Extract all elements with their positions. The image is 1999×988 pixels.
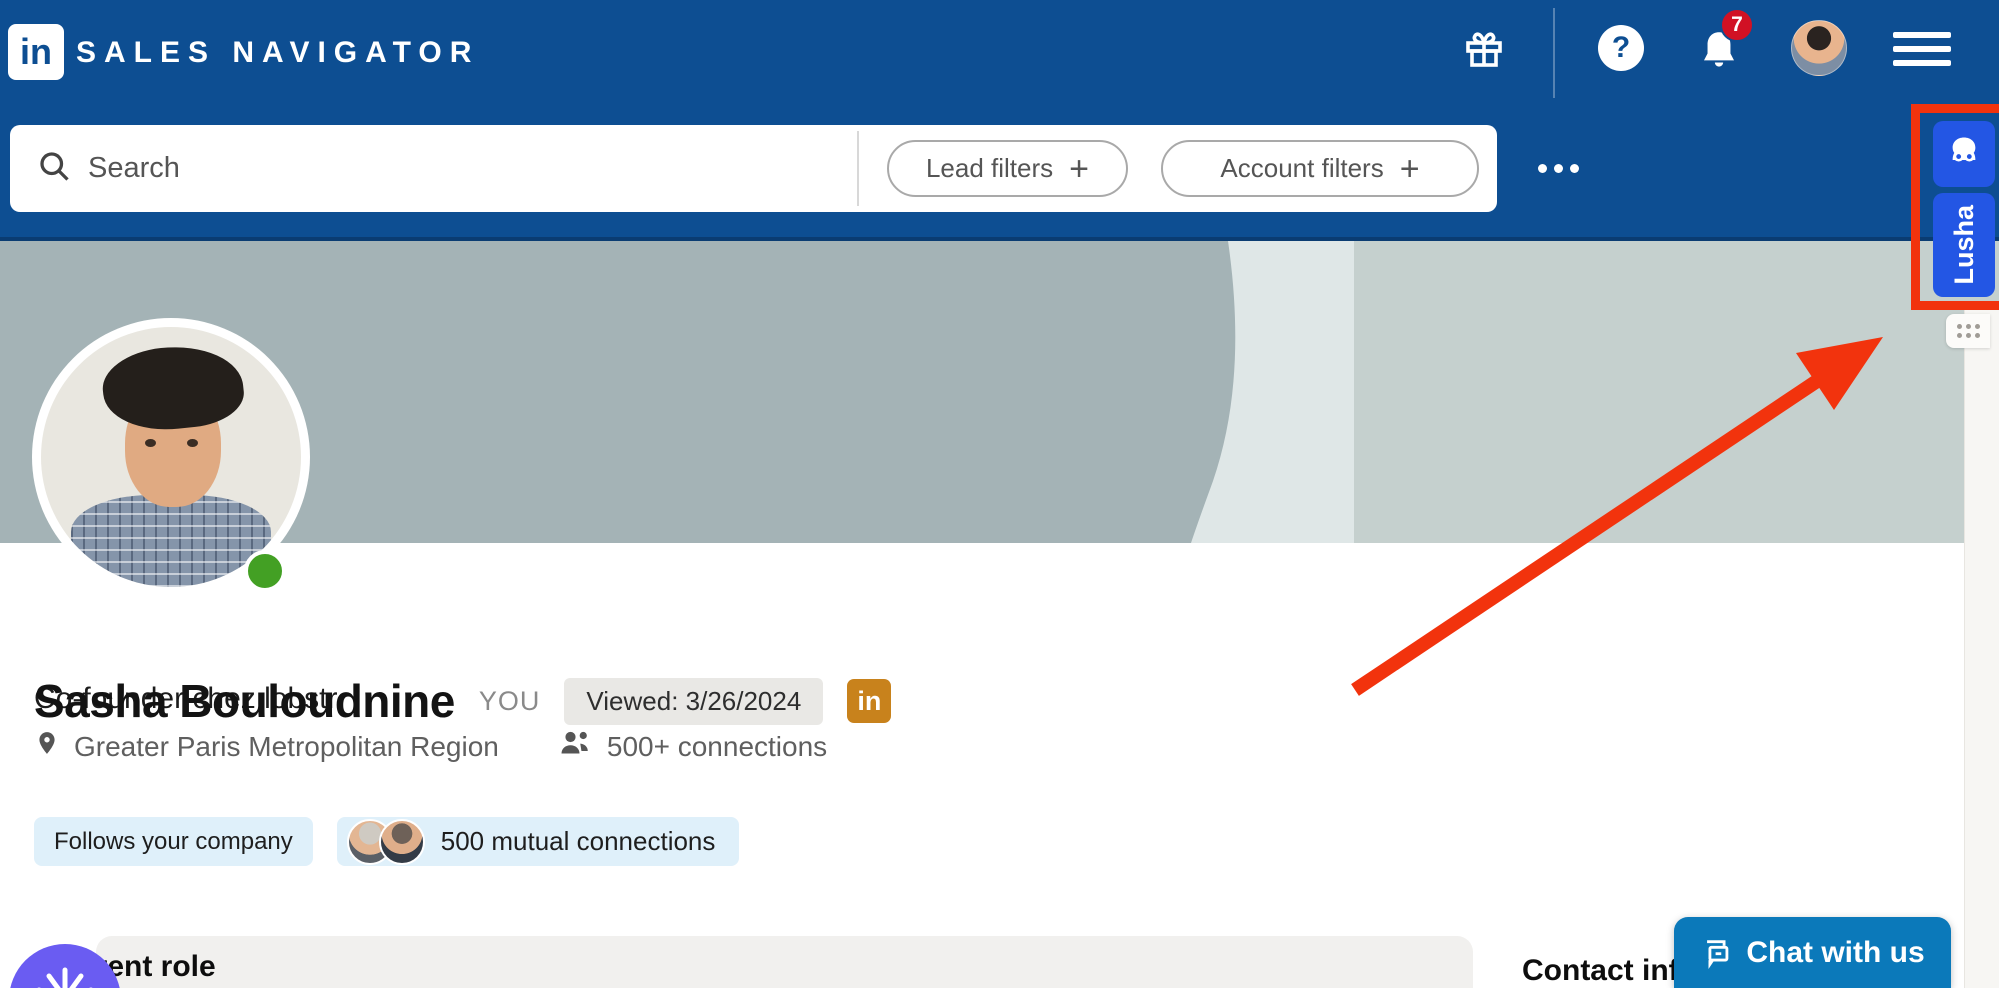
linkedin-logo[interactable]: in bbox=[8, 24, 64, 80]
lead-filters-button[interactable]: Lead filters + bbox=[887, 140, 1128, 197]
top-nav: in SALES NAVIGATOR ? 7 bbox=[0, 0, 1999, 241]
menu-icon[interactable] bbox=[1893, 32, 1951, 68]
lead-filters-label: Lead filters bbox=[926, 153, 1053, 184]
plus-icon: + bbox=[1069, 152, 1089, 186]
follows-company-label: Follows your company bbox=[54, 828, 293, 856]
drag-dots-icon bbox=[1957, 324, 1980, 338]
connections-count: 500+ connections bbox=[607, 731, 827, 763]
account-filters-label: Account filters bbox=[1220, 153, 1383, 184]
current-role-card bbox=[96, 936, 1473, 988]
nav-user-avatar[interactable] bbox=[1791, 20, 1847, 76]
sales-navigator-page: in SALES NAVIGATOR ? 7 bbox=[0, 0, 1999, 988]
nav-divider bbox=[1553, 8, 1555, 98]
search-icon bbox=[36, 148, 72, 189]
contact-info-title: Contact info bbox=[1522, 954, 1697, 988]
chat-icon bbox=[1700, 936, 1734, 970]
brand-title: SALES NAVIGATOR bbox=[76, 36, 479, 70]
plus-icon: + bbox=[1400, 152, 1420, 186]
help-icon[interactable]: ? bbox=[1598, 25, 1644, 71]
sunburst-icon bbox=[27, 946, 103, 988]
connections-icon bbox=[557, 728, 593, 765]
view-on-linkedin-icon[interactable]: in bbox=[847, 679, 891, 723]
search-divider bbox=[857, 131, 859, 206]
lusha-extension-icon[interactable] bbox=[1933, 121, 1995, 187]
chat-with-us-button[interactable]: Chat with us bbox=[1674, 917, 1951, 988]
mutual-connections-label: 500 mutual connections bbox=[441, 826, 716, 857]
chat-label: Chat with us bbox=[1746, 936, 1924, 970]
search-bar: Lead filters + Account filters + bbox=[10, 125, 1497, 212]
profile-location: Greater Paris Metropolitan Region bbox=[74, 731, 499, 763]
more-options-icon[interactable] bbox=[1538, 164, 1579, 173]
mutual-connections-badge[interactable]: 500 mutual connections bbox=[337, 817, 740, 866]
profile-meta-row: Greater Paris Metropolitan Region 500+ c… bbox=[34, 726, 827, 767]
viewed-date-badge: Viewed: 3/26/2024 bbox=[564, 678, 823, 725]
profile-name: Sasha Bouloudnine bbox=[34, 674, 455, 728]
account-filters-button[interactable]: Account filters + bbox=[1161, 140, 1479, 197]
location-pin-icon bbox=[34, 726, 60, 767]
follows-company-badge: Follows your company bbox=[34, 817, 313, 866]
lusha-extension-tab[interactable]: Lusha bbox=[1933, 193, 1995, 297]
mutual-avatar-2 bbox=[379, 819, 425, 865]
search-input[interactable] bbox=[88, 152, 788, 185]
notification-count-badge: 7 bbox=[1720, 8, 1754, 42]
lusha-label: Lusha bbox=[1949, 205, 1980, 285]
you-label: YOU bbox=[479, 686, 541, 717]
sidebar-drag-handle[interactable] bbox=[1946, 314, 1990, 348]
online-status-dot bbox=[244, 550, 286, 592]
lusha-sidebar-edge bbox=[1964, 310, 1999, 988]
gift-icon[interactable] bbox=[1460, 25, 1508, 73]
